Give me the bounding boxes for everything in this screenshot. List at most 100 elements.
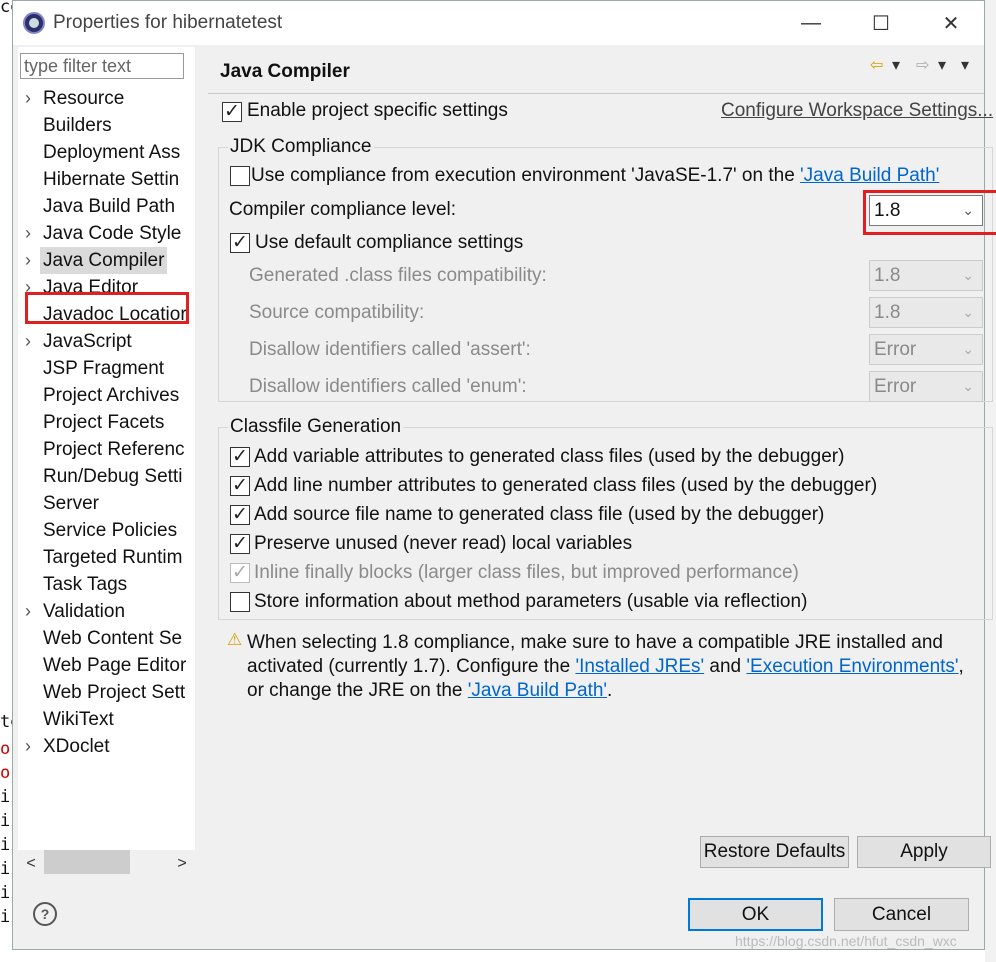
tree-item[interactable]: › Java Code Style — [18, 220, 195, 247]
chevron-right-icon[interactable]: › — [25, 220, 37, 247]
tree-item[interactable]: Project Archives — [18, 382, 195, 409]
background-text: i — [0, 787, 11, 807]
chevron-right-icon[interactable]: › — [25, 733, 37, 760]
tree-item[interactable]: Project Referenc — [18, 436, 195, 463]
back-icon[interactable]: ⇦ — [870, 55, 883, 75]
tree-item[interactable]: Project Facets — [18, 409, 195, 436]
compliance-option-select[interactable]: 1.8 ⌄ — [869, 297, 983, 328]
classfile-option-label: Preserve unused (never read) local varia… — [254, 533, 633, 554]
tree-item[interactable]: JSP Fragment — [18, 355, 195, 382]
tree-item[interactable]: Task Tags — [18, 571, 195, 598]
tree-item[interactable]: Server — [18, 490, 195, 517]
configure-workspace-link[interactable]: Configure Workspace Settings... — [721, 100, 993, 122]
tree-item[interactable]: Web Content Se — [18, 625, 195, 652]
use-default-compliance-checkbox[interactable] — [230, 231, 250, 254]
java-build-path-link[interactable]: 'Java Build Path' — [468, 680, 607, 701]
tree-item-label: Java Build Path — [43, 196, 176, 217]
tree-item-label: Hibernate Settin — [43, 169, 180, 190]
tree-item[interactable]: › Java Compiler — [18, 247, 195, 274]
back-menu-icon[interactable]: ▾ — [892, 55, 900, 75]
warning-text: When selecting 1.8 compliance, make sure… — [247, 632, 943, 653]
tree-item[interactable]: Hibernate Settin — [18, 166, 195, 193]
background-text: ce — [0, 0, 12, 17]
tree-item[interactable]: Web Project Sett — [18, 679, 195, 706]
chevron-right-icon[interactable]: › — [25, 247, 37, 274]
classfile-option-label: Add source file name to generated class … — [254, 504, 825, 525]
background-text: o — [0, 763, 11, 783]
tree-item-label: Builders — [43, 115, 112, 136]
tree-item-label: JSP Fragment — [43, 358, 165, 379]
use-env-checkbox[interactable] — [230, 166, 250, 186]
background-text: o — [0, 739, 11, 759]
tree-item[interactable]: › XDoclet — [18, 733, 195, 760]
tree-item[interactable]: Run/Debug Setti — [18, 463, 195, 490]
background-text: i — [0, 859, 11, 879]
installed-jres-link[interactable]: 'Installed JREs' — [575, 656, 704, 677]
forward-menu-icon[interactable]: ▾ — [938, 55, 946, 75]
tree-item[interactable]: › Validation — [18, 598, 195, 625]
classfile-option-checkbox[interactable] — [230, 474, 250, 497]
close-button[interactable]: ✕ — [916, 1, 986, 45]
tree-item[interactable]: Java Build Path — [18, 193, 195, 220]
execution-environments-link[interactable]: 'Execution Environments' — [746, 656, 958, 677]
java-compiler-page: Java Compiler ⇦ ▾ ⇨ ▾ ▾ Enable project s… — [208, 47, 996, 877]
background-editor: ce te ooiiiiii — [0, 0, 12, 962]
chevron-right-icon[interactable]: › — [25, 328, 37, 355]
classfile-option-label: Add line number attributes to generated … — [254, 475, 878, 496]
scroll-left-icon[interactable]: < — [18, 850, 44, 877]
tree-item-label: Project Facets — [43, 412, 165, 433]
title-bar: Properties for hibernatetest — ☐ ✕ — [13, 1, 984, 45]
classfile-option-checkbox[interactable] — [230, 592, 250, 612]
watermark-text: https://blog.csdn.net/hfut_csdn_wxc — [735, 933, 957, 949]
highlight-box — [863, 190, 996, 235]
classfile-option-checkbox[interactable] — [230, 445, 250, 468]
enable-specific-label: Enable project specific settings — [247, 100, 508, 121]
tree-item-label: Web Page Editor — [43, 655, 187, 676]
view-menu-icon[interactable]: ▾ — [961, 55, 969, 75]
close-icon: ✕ — [942, 12, 960, 35]
compliance-option-select[interactable]: 1.8 ⌄ — [869, 260, 983, 291]
apply-button[interactable]: Apply — [857, 836, 991, 868]
classfile-option-checkbox[interactable] — [230, 503, 250, 526]
scrollbar-thumb[interactable] — [44, 850, 130, 874]
compliance-option-select[interactable]: Error ⌄ — [869, 334, 983, 365]
chevron-down-icon: ⌄ — [962, 378, 974, 394]
classfile-generation-title: Classfile Generation — [228, 416, 404, 438]
tree-item[interactable]: Service Policies — [18, 517, 195, 544]
help-icon[interactable]: ? — [33, 902, 57, 926]
forward-icon[interactable]: ⇨ — [916, 55, 929, 75]
tree-item-label: JavaScript — [43, 331, 132, 352]
background-text: i — [0, 883, 11, 903]
background-text: te — [0, 712, 12, 732]
maximize-button[interactable]: ☐ — [846, 1, 916, 45]
chevron-right-icon[interactable]: › — [25, 598, 37, 625]
compliance-option-select[interactable]: Error ⌄ — [869, 371, 983, 402]
minimize-button[interactable]: — — [776, 1, 846, 45]
tree-item[interactable]: WikiText — [18, 706, 195, 733]
tree-item[interactable]: › Resource — [18, 85, 195, 112]
tree-item-label: Project Archives — [43, 385, 180, 406]
tree-item-label: Deployment Ass — [43, 142, 181, 163]
tree-item[interactable]: Targeted Runtim — [18, 544, 195, 571]
cancel-button[interactable]: Cancel — [834, 898, 969, 931]
background-text: i — [0, 907, 11, 927]
java-build-path-link[interactable]: 'Java Build Path' — [800, 165, 939, 186]
tree-item-label: Run/Debug Setti — [43, 466, 183, 487]
tree-item[interactable]: Web Page Editor — [18, 652, 195, 679]
ok-button[interactable]: OK — [688, 898, 823, 931]
classfile-option-checkbox[interactable] — [230, 532, 250, 555]
enable-specific-checkbox[interactable] — [222, 100, 242, 123]
minimize-icon: — — [801, 11, 821, 34]
tree-item[interactable]: Deployment Ass — [18, 139, 195, 166]
chevron-right-icon[interactable]: › — [25, 85, 37, 112]
use-default-compliance-label: Use default compliance settings — [255, 232, 524, 253]
classfile-option-label: Add variable attributes to generated cla… — [254, 446, 845, 467]
tree-item-label: Web Project Sett — [43, 682, 186, 703]
filter-input[interactable] — [20, 53, 184, 79]
eclipse-icon — [23, 12, 45, 34]
tree-item[interactable]: › JavaScript — [18, 328, 195, 355]
restore-defaults-button[interactable]: Restore Defaults — [700, 836, 849, 868]
tree-item[interactable]: Builders — [18, 112, 195, 139]
scroll-right-icon[interactable]: > — [169, 850, 195, 877]
tree-item-label: Resource — [43, 88, 125, 109]
